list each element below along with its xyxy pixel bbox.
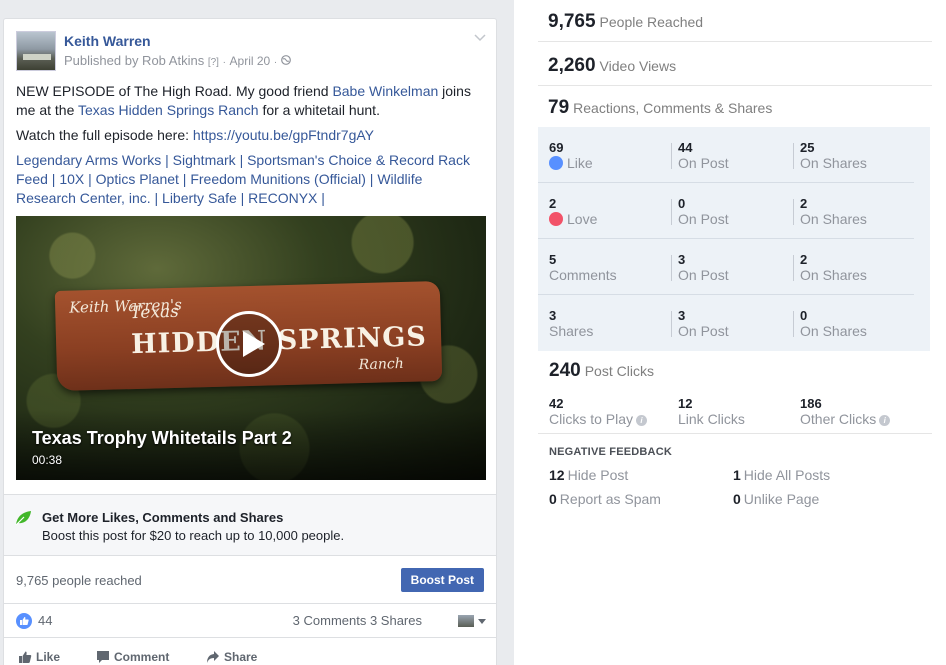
like-reaction-icon[interactable] xyxy=(16,613,32,629)
info-icon[interactable]: i xyxy=(879,415,891,426)
reaction-count[interactable]: 44 xyxy=(38,613,52,628)
published-by[interactable]: Published by Rob Atkins xyxy=(64,53,204,68)
post-description: NEW EPISODE of The High Road. My good fr… xyxy=(16,83,471,118)
breakdown-row-comments: 5 Comments 3 On Post 2 On Shares xyxy=(538,239,914,295)
link-texas-hidden-springs[interactable]: Texas Hidden Springs Ranch xyxy=(78,102,259,118)
neg-hide-all-posts: 1 Hide All Posts xyxy=(733,467,831,483)
post-actions: Like Comment Share xyxy=(4,638,496,665)
neg-hide-post: 12 Hide Post xyxy=(549,467,629,483)
insights-panel: 9,765 People Reached 2,260 Video Views 79 R… xyxy=(514,0,946,665)
like-icon xyxy=(549,156,563,170)
thumbs-up-icon xyxy=(19,651,32,663)
like-button[interactable]: Like xyxy=(18,650,60,664)
clicks-to-play: 42 Clicks to Play i xyxy=(549,396,648,428)
stat-post-clicks: 240 Post Clicks xyxy=(549,360,654,381)
share-arrow-icon xyxy=(207,651,219,663)
stat-people-reached: 9,765 People Reached xyxy=(538,0,932,42)
link-babe-winkelman[interactable]: Babe Winkelman xyxy=(332,83,438,99)
share-button[interactable]: Share xyxy=(206,650,257,664)
post-options-chevron-icon[interactable] xyxy=(474,31,486,45)
info-marker[interactable]: [?] xyxy=(208,57,219,68)
boost-post-button[interactable]: Boost Post xyxy=(400,568,484,592)
breakdown-row-like: 69 Like 44 On Post 25 On Shares xyxy=(538,127,914,183)
love-heart-icon xyxy=(549,212,563,226)
neg-report-spam: 0 Report as Spam xyxy=(549,491,661,507)
page-avatar-small[interactable] xyxy=(458,615,474,627)
post-date[interactable]: April 20 xyxy=(230,54,271,68)
caret-down-icon[interactable] xyxy=(478,619,486,624)
watch-line: Watch the full episode here: https://you… xyxy=(16,127,374,143)
neg-unlike-page: 0 Unlike Page xyxy=(733,491,820,507)
video-duration: 00:38 xyxy=(32,453,63,467)
leaf-icon xyxy=(14,509,32,527)
stat-engagement: 79 Reactions, Comments & Shares xyxy=(548,97,773,118)
negative-feedback-title: NEGATIVE FEEDBACK xyxy=(549,446,672,458)
play-icon[interactable] xyxy=(216,311,282,377)
reactions-row: 44 3 Comments 3 Shares xyxy=(4,604,496,638)
post-card: Keith Warren Published by Rob Atkins [?]… xyxy=(3,18,497,665)
post-header: Keith Warren Published by Rob Atkins [?]… xyxy=(4,19,496,79)
people-reached-text[interactable]: 9,765 people reached xyxy=(16,573,142,588)
post-body: NEW EPISODE of The High Road. My good fr… xyxy=(4,79,496,208)
stat-video-views: 2,260 Video Views xyxy=(538,44,932,86)
comment-button[interactable]: Comment xyxy=(96,650,169,664)
post-author[interactable]: Keith Warren xyxy=(64,33,151,49)
youtube-link[interactable]: https://youtu.be/gpFtndr7gAY xyxy=(193,127,374,143)
sponsor-tags[interactable]: Legendary Arms Works | Sightmark | Sport… xyxy=(16,151,484,208)
comment-icon xyxy=(97,651,109,663)
other-clicks: 186 Other Clicks i xyxy=(800,396,891,428)
clicks-breakdown: 42 Clicks to Play i 12 Link Clicks 186 Other… xyxy=(538,390,932,434)
video-player[interactable]: Keith Warren's Texas HIDDEN SPRINGS Ranc… xyxy=(16,216,486,480)
breakdown-row-love: 2 Love 0 On Post 2 On Shares xyxy=(538,183,914,239)
page-avatar[interactable] xyxy=(16,31,56,71)
comments-shares-count[interactable]: 3 Comments 3 Shares xyxy=(293,613,422,628)
boost-title: Get More Likes, Comments and Shares xyxy=(42,510,284,525)
post-subline: Published by Rob Atkins [?] · April 20 · xyxy=(64,53,291,68)
breakdown-row-shares: 3 Shares 3 On Post 0 On Shares xyxy=(549,308,867,339)
globe-icon xyxy=(280,53,291,68)
boost-subtitle: Boost this post for $20 to reach up to 1… xyxy=(42,528,345,543)
video-title: Texas Trophy Whitetails Part 2 xyxy=(32,428,292,448)
engagement-breakdown: 69 Like 44 On Post 25 On Shares 2 Love 0 On P… xyxy=(538,127,930,351)
boost-promo: Get More Likes, Comments and Shares Boos… xyxy=(4,494,496,556)
info-icon[interactable]: i xyxy=(636,415,648,426)
reach-row: 9,765 people reached Boost Post xyxy=(4,556,496,604)
link-clicks: 12 Link Clicks xyxy=(678,396,745,427)
